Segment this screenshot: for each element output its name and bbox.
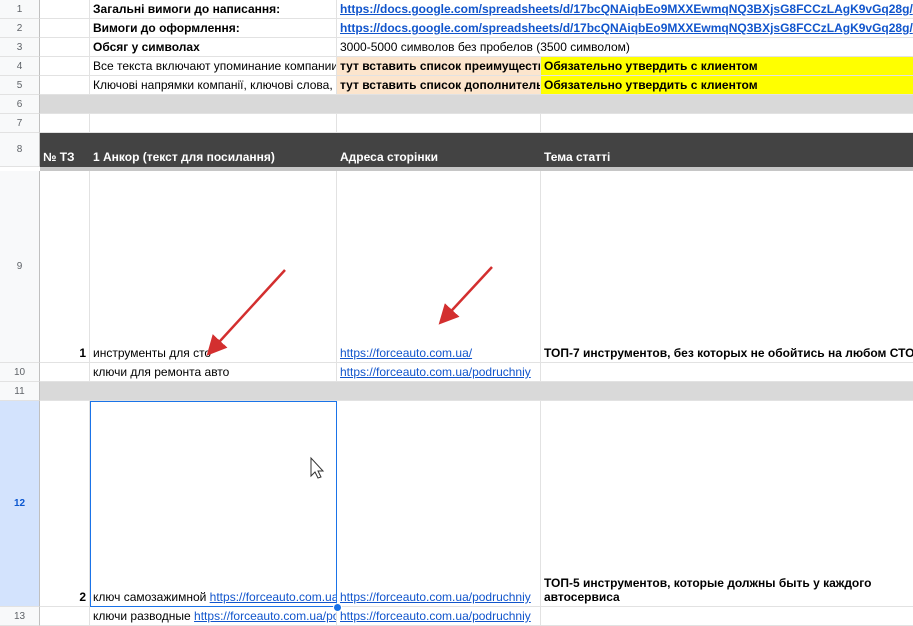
mouse-cursor-icon (310, 456, 325, 479)
annotation-arrows (206, 266, 493, 479)
red-arrow-2 (438, 266, 493, 325)
red-arrow-1 (206, 269, 286, 356)
